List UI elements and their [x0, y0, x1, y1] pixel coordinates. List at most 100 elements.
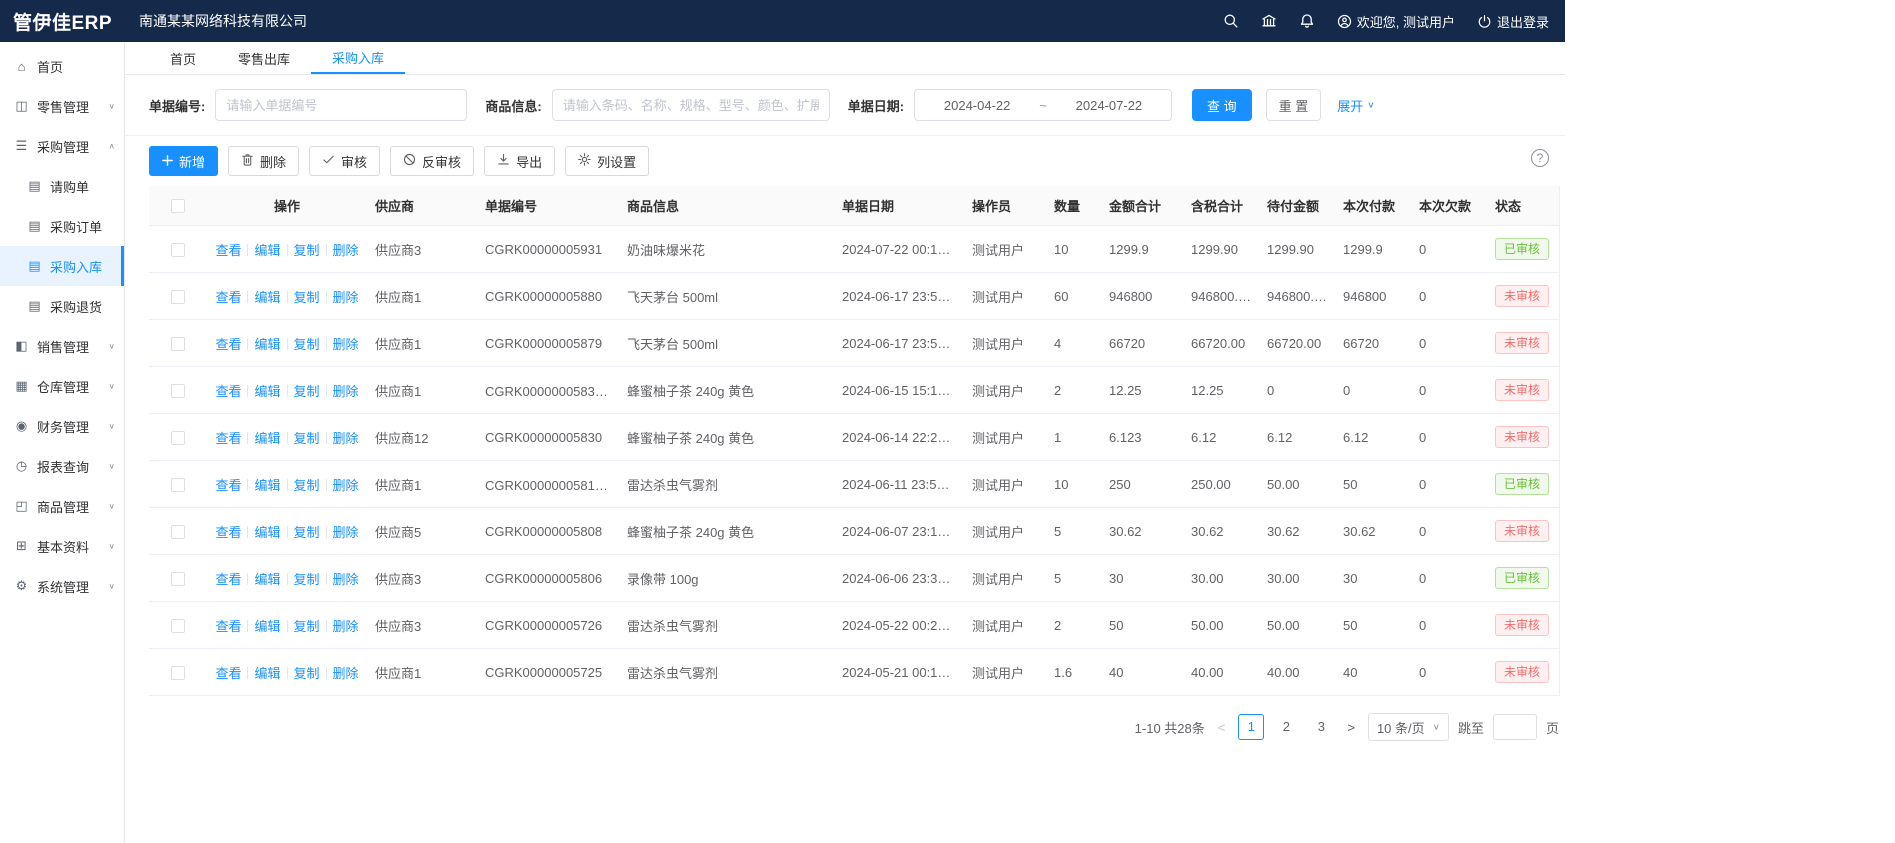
status-badge: 未审核 [1495, 520, 1549, 542]
next-page-button[interactable]: > [1343, 720, 1359, 735]
search-button[interactable]: 查 询 [1192, 89, 1252, 121]
sidebar-item-retail[interactable]: ◫ 零售管理 ∨ [0, 86, 124, 126]
view-link[interactable]: 查看 [215, 572, 241, 587]
delete-link[interactable]: 删除 [333, 525, 359, 540]
bell-icon[interactable] [1299, 13, 1315, 29]
paid-cell: 30.62 [1335, 508, 1411, 555]
date-from-value[interactable]: 2024-04-22 [944, 98, 1011, 113]
edit-link[interactable]: 编辑 [254, 666, 280, 681]
copy-link[interactable]: 复制 [294, 572, 320, 587]
sidebar-item-products[interactable]: ◰ 商品管理 ∨ [0, 486, 124, 526]
export-button[interactable]: 导出 [484, 146, 555, 176]
row-checkbox[interactable] [171, 525, 185, 539]
copy-link[interactable]: 复制 [294, 384, 320, 399]
bank-icon[interactable] [1261, 13, 1277, 29]
tab-home[interactable]: 首页 [149, 42, 217, 74]
tab-purchase-inbound[interactable]: 采购入库 [311, 42, 405, 74]
edit-link[interactable]: 编辑 [254, 619, 280, 634]
row-checkbox[interactable] [171, 572, 185, 586]
row-checkbox[interactable] [171, 478, 185, 492]
row-actions: 查看编辑复制删除 [207, 555, 367, 602]
page-button-3[interactable]: 3 [1308, 714, 1334, 740]
add-button[interactable]: 新增 [149, 146, 218, 176]
row-checkbox[interactable] [171, 384, 185, 398]
edit-link[interactable]: 编辑 [254, 478, 280, 493]
copy-link[interactable]: 复制 [294, 525, 320, 540]
page-button-1[interactable]: 1 [1238, 714, 1264, 740]
view-link[interactable]: 查看 [215, 431, 241, 446]
search-icon[interactable] [1223, 13, 1239, 29]
row-checkbox[interactable] [171, 290, 185, 304]
delete-link[interactable]: 删除 [333, 431, 359, 446]
delete-link[interactable]: 删除 [333, 337, 359, 352]
copy-link[interactable]: 复制 [294, 431, 320, 446]
row-checkbox[interactable] [171, 619, 185, 633]
view-link[interactable]: 查看 [215, 290, 241, 305]
view-link[interactable]: 查看 [215, 619, 241, 634]
jump-page-input[interactable] [1493, 714, 1537, 740]
select-all-checkbox[interactable] [171, 199, 185, 213]
view-link[interactable]: 查看 [215, 525, 241, 540]
edit-link[interactable]: 编辑 [254, 525, 280, 540]
delete-link[interactable]: 删除 [333, 666, 359, 681]
prev-page-button[interactable]: < [1214, 720, 1230, 735]
delete-button[interactable]: 删除 [228, 146, 299, 176]
sidebar-item-purchase-return[interactable]: ▤ 采购退货 [0, 286, 124, 326]
page-button-2[interactable]: 2 [1273, 714, 1299, 740]
delete-link[interactable]: 删除 [333, 290, 359, 305]
view-link[interactable]: 查看 [215, 384, 241, 399]
sidebar-item-purchase-order[interactable]: ▤ 采购订单 [0, 206, 124, 246]
row-checkbox[interactable] [171, 666, 185, 680]
delete-link[interactable]: 删除 [333, 619, 359, 634]
edit-link[interactable]: 编辑 [254, 337, 280, 352]
welcome-user[interactable]: 欢迎您, 测试用户 [1337, 12, 1455, 31]
edit-link[interactable]: 编辑 [254, 243, 280, 258]
sidebar-item-home[interactable]: ⌂ 首页 [0, 46, 124, 86]
sidebar-item-purchase-inbound[interactable]: ▤ 采购入库 [0, 246, 124, 286]
copy-link[interactable]: 复制 [294, 243, 320, 258]
delete-link[interactable]: 删除 [333, 572, 359, 587]
sidebar-item-basic-data[interactable]: ⊞ 基本资料 ∨ [0, 526, 124, 566]
edit-link[interactable]: 编辑 [254, 572, 280, 587]
tab-retail-outbound[interactable]: 零售出库 [217, 42, 311, 74]
page-size-select[interactable]: 10 条/页 ∨ [1368, 713, 1449, 741]
unaudit-button[interactable]: 反审核 [390, 146, 474, 176]
delete-link[interactable]: 删除 [333, 478, 359, 493]
copy-link[interactable]: 复制 [294, 478, 320, 493]
edit-link[interactable]: 编辑 [254, 290, 280, 305]
view-link[interactable]: 查看 [215, 478, 241, 493]
product-info-input[interactable] [552, 89, 830, 121]
copy-link[interactable]: 复制 [294, 337, 320, 352]
audit-button[interactable]: 审核 [309, 146, 380, 176]
expand-link[interactable]: 展开 ∨ [1337, 96, 1374, 115]
payable-cell: 40.00 [1259, 649, 1335, 696]
sidebar-item-sales[interactable]: ◧ 销售管理 ∨ [0, 326, 124, 366]
delete-link[interactable]: 删除 [333, 243, 359, 258]
edit-link[interactable]: 编辑 [254, 431, 280, 446]
view-link[interactable]: 查看 [215, 337, 241, 352]
delete-link[interactable]: 删除 [333, 384, 359, 399]
date-to-value[interactable]: 2024-07-22 [1076, 98, 1143, 113]
copy-link[interactable]: 复制 [294, 619, 320, 634]
copy-link[interactable]: 复制 [294, 666, 320, 681]
sidebar-item-reports[interactable]: ◷ 报表查询 ∨ [0, 446, 124, 486]
row-checkbox[interactable] [171, 243, 185, 257]
bill-no-input[interactable] [215, 89, 467, 121]
sidebar-item-system[interactable]: ⚙ 系统管理 ∨ [0, 566, 124, 606]
row-checkbox[interactable] [171, 431, 185, 445]
copy-link[interactable]: 复制 [294, 290, 320, 305]
sidebar-item-finance[interactable]: ◉ 财务管理 ∨ [0, 406, 124, 446]
sidebar-item-warehouse[interactable]: ▦ 仓库管理 ∨ [0, 366, 124, 406]
help-icon[interactable]: ? [1531, 149, 1549, 167]
logout-button[interactable]: 退出登录 [1477, 12, 1549, 31]
view-link[interactable]: 查看 [215, 243, 241, 258]
sidebar-item-purchase[interactable]: ☰ 采购管理 ∧ [0, 126, 124, 166]
column-settings-button[interactable]: 列设置 [565, 146, 649, 176]
row-checkbox[interactable] [171, 337, 185, 351]
reset-button[interactable]: 重 置 [1266, 89, 1322, 121]
view-link[interactable]: 查看 [215, 666, 241, 681]
date-range-picker[interactable]: 2024-04-22 ~ 2024-07-22 [914, 89, 1172, 121]
sidebar-item-purchase-request[interactable]: ▤ 请购单 [0, 166, 124, 206]
unaudit-button-label: 反审核 [422, 152, 461, 171]
edit-link[interactable]: 编辑 [254, 384, 280, 399]
